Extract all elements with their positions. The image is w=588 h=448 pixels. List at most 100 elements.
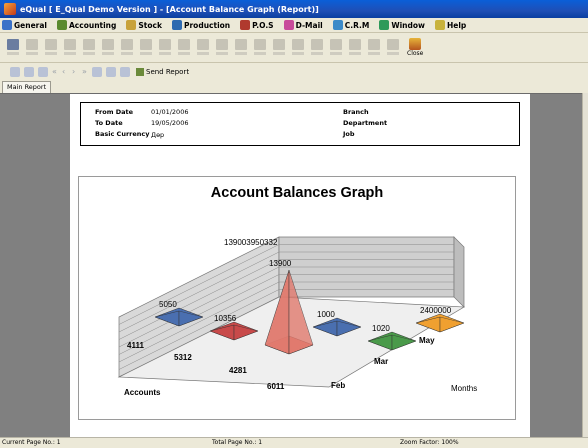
report-toolbar: « ‹ › » Send Report	[0, 64, 588, 80]
toolbar-button-14[interactable]	[251, 37, 268, 59]
toolbar-button-12[interactable]	[213, 37, 230, 59]
z-axis-label: Months	[451, 384, 477, 393]
menu-item-window[interactable]: Window	[379, 20, 425, 30]
help-icon	[434, 20, 445, 30]
currency-label: Basic Currency	[95, 130, 150, 138]
toolbar-icon	[177, 38, 190, 50]
menu-item-stock[interactable]: Stock	[126, 20, 162, 30]
stock-icon	[126, 20, 137, 30]
toolbar-button-9[interactable]	[156, 37, 173, 59]
toolbar-icon	[82, 38, 95, 50]
toolbar-button-1[interactable]	[4, 37, 21, 59]
chart-data-label-0: 5050	[159, 300, 177, 309]
send-icon	[136, 68, 144, 76]
toolbar-button-3[interactable]	[42, 37, 59, 59]
toolbar-icon	[44, 38, 57, 50]
toolbar-icon	[63, 38, 76, 50]
x-tick-label-5312: 5312	[174, 353, 192, 362]
x-tick-label-4111: 4111	[127, 341, 144, 350]
x-tick-label-6011: 6011	[267, 382, 285, 391]
toolbar-button-17[interactable]	[308, 37, 325, 59]
chart-data-label-2: 1000	[317, 310, 335, 319]
close-button[interactable]: Close	[407, 38, 423, 57]
toolbar-button-5[interactable]	[80, 37, 97, 59]
print-icon[interactable]	[10, 67, 20, 77]
first-page-icon[interactable]: «	[52, 67, 58, 77]
report-viewer: From Date 01/01/2006 To Date 19/05/2006 …	[0, 93, 582, 438]
menu-item-pos[interactable]: P.O.S	[240, 20, 274, 30]
status-total-page: Total Page No.: 1	[212, 439, 263, 446]
toolbar-icon	[215, 38, 228, 50]
menu-item-crm[interactable]: C.R.M	[332, 20, 369, 30]
toolbar-icon	[291, 38, 304, 50]
dmail-icon	[283, 20, 294, 30]
menu-item-help[interactable]: Help	[434, 20, 466, 30]
tab-main-report[interactable]: Main Report	[2, 81, 52, 93]
next-page-icon[interactable]: ›	[72, 67, 78, 77]
toolbar-icon	[6, 38, 19, 50]
from-date-label: From Date	[95, 108, 134, 116]
department-label: Department	[343, 119, 388, 127]
job-label: Job	[343, 130, 355, 138]
to-date-label: To Date	[95, 119, 123, 127]
toolbar-icon	[310, 38, 323, 50]
toolbar-icon	[234, 38, 247, 50]
report-header-box: From Date 01/01/2006 To Date 19/05/2006 …	[80, 102, 520, 146]
toolbar-button-10[interactable]	[175, 37, 192, 59]
toolbar-button-13[interactable]	[232, 37, 249, 59]
toolbar-icon	[386, 38, 399, 50]
report-page: From Date 01/01/2006 To Date 19/05/2006 …	[70, 94, 530, 438]
chart-side-wall	[453, 236, 465, 308]
status-current-page: Current Page No.: 1	[2, 439, 61, 446]
menu-item-dmail[interactable]: D-Mail	[283, 20, 323, 30]
chart-data-label-1: 10356	[214, 314, 237, 323]
chart-svg: 5050 10356 1000 13900 1020 2400000 13900395033…	[117, 236, 477, 397]
currency-value: Дөр	[151, 131, 165, 139]
status-zoom: Zoom Factor: 100%	[400, 439, 459, 446]
status-bar: Current Page No.: 1 Total Page No.: 1 Zo…	[0, 437, 588, 448]
toolbar-button-7[interactable]	[118, 37, 135, 59]
close-icon	[409, 38, 422, 50]
chart-data-label-extra: 139003950332	[224, 238, 278, 247]
search-icon[interactable]	[106, 67, 116, 77]
toolbar-button-2[interactable]	[23, 37, 40, 59]
chart-data-label-3: 13900	[269, 259, 292, 268]
toolbar-button-20[interactable]	[365, 37, 382, 59]
toolbar-button-15[interactable]	[270, 37, 287, 59]
toolbar-icon	[329, 38, 342, 50]
toolbar-icon	[25, 38, 38, 50]
toolbar-button-8[interactable]	[137, 37, 154, 59]
app-icon	[4, 3, 16, 15]
x-tick-label-4281: 4281	[229, 366, 247, 375]
prev-page-icon[interactable]: ‹	[62, 67, 68, 77]
refresh-icon[interactable]	[24, 67, 34, 77]
accounting-icon	[57, 20, 67, 30]
toolbar-icon	[139, 38, 152, 50]
menu-bar: General Accounting Stock Production P.O.…	[0, 18, 588, 33]
toolbar-icon	[272, 38, 285, 50]
toolbar-icon	[101, 38, 114, 50]
send-report-button[interactable]: Send Report	[136, 68, 189, 76]
toolbar-button-6[interactable]	[99, 37, 116, 59]
zoom-icon[interactable]	[120, 67, 130, 77]
toolbar-button-11[interactable]	[194, 37, 211, 59]
last-page-icon[interactable]: »	[82, 67, 88, 77]
menu-item-general[interactable]: General	[2, 20, 47, 30]
z-tick-label-May: May	[419, 336, 435, 345]
window-titlebar: eQual [ E_Qual Demo Version ] - [Account…	[0, 0, 588, 18]
toolbar-button-16[interactable]	[289, 37, 306, 59]
toolbar-button-21[interactable]	[384, 37, 401, 59]
toolbar-icon	[253, 38, 266, 50]
tree-icon[interactable]	[38, 67, 48, 77]
vertical-scrollbar[interactable]	[582, 93, 588, 437]
toolbar-icon	[367, 38, 380, 50]
z-tick-label-Feb: Feb	[331, 381, 345, 390]
menu-item-production[interactable]: Production	[171, 20, 230, 30]
toolbar-button-19[interactable]	[346, 37, 363, 59]
toolbar-icon	[196, 38, 209, 50]
toolbar-button-18[interactable]	[327, 37, 344, 59]
production-icon	[171, 20, 182, 30]
menu-item-accounting[interactable]: Accounting	[57, 20, 116, 30]
stop-icon[interactable]	[92, 67, 102, 77]
toolbar-button-4[interactable]	[61, 37, 78, 59]
